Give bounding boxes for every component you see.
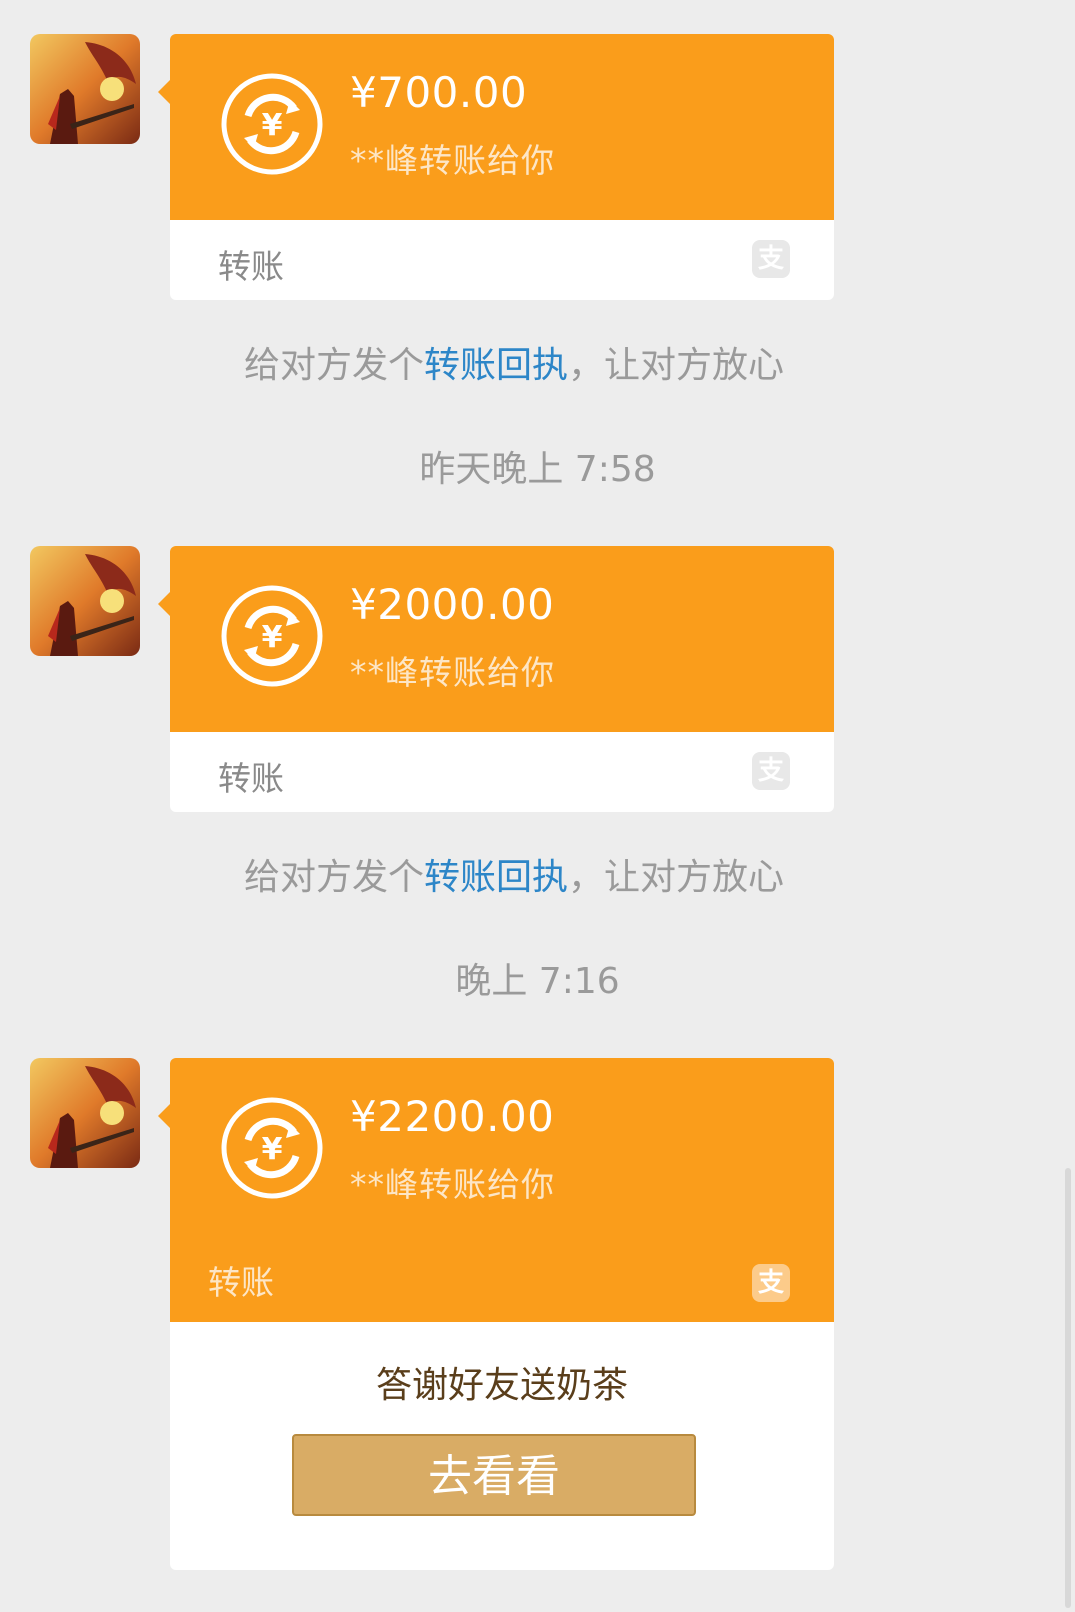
receipt-hint-text: 给对方发个 bbox=[244, 345, 425, 386]
transfer-bubble[interactable]: ¥ ¥2200.00 **峰转账给你 转账 支 答谢好友送奶茶 去看看 bbox=[158, 1058, 834, 1570]
transfer-label: 转账 bbox=[208, 1263, 274, 1302]
bubble-arrow bbox=[158, 592, 170, 616]
transfer-from-text: **峰转账给你 bbox=[350, 653, 555, 692]
receipt-hint-text: ，让对方放心 bbox=[568, 345, 785, 386]
alipay-icon: 支 bbox=[752, 240, 790, 278]
transfer-from-text: **峰转账给你 bbox=[350, 141, 555, 180]
sender-avatar[interactable] bbox=[30, 1058, 140, 1168]
svg-text:¥: ¥ bbox=[262, 1132, 283, 1167]
transfer-amount: ¥2000.00 bbox=[350, 580, 555, 629]
bubble-arrow bbox=[158, 80, 170, 104]
transfer-label: 转账 bbox=[218, 247, 284, 286]
sender-avatar[interactable] bbox=[30, 546, 140, 656]
transfer-card-header: ¥ ¥700.00 **峰转账给你 bbox=[170, 34, 834, 220]
transfer-amount: ¥2200.00 bbox=[350, 1092, 555, 1141]
transfer-from-text: **峰转账给你 bbox=[350, 1165, 555, 1204]
transfer-amount: ¥700.00 bbox=[350, 68, 528, 117]
transfer-coin-icon: ¥ bbox=[221, 1097, 323, 1199]
transfer-bubble[interactable]: ¥ ¥700.00 **峰转账给你 转账 支 bbox=[158, 34, 834, 300]
svg-text:¥: ¥ bbox=[262, 620, 283, 655]
transfer-label: 转账 bbox=[218, 759, 284, 798]
timestamp: 昨天晚上 7:58 bbox=[419, 449, 656, 490]
scrollbar[interactable] bbox=[1065, 1168, 1071, 1608]
bubble-arrow bbox=[158, 1104, 170, 1128]
timestamp: 晚上 7:16 bbox=[455, 961, 620, 1002]
transfer-coin-icon: ¥ bbox=[221, 585, 323, 687]
promo-card: 答谢好友送奶茶 去看看 bbox=[170, 1322, 834, 1570]
receipt-link[interactable]: 转账回执 bbox=[424, 857, 568, 898]
receipt-hint-text: 给对方发个 bbox=[244, 857, 425, 898]
alipay-icon: 支 bbox=[752, 1264, 790, 1302]
promo-text: 答谢好友送奶茶 bbox=[375, 1365, 628, 1406]
transfer-coin-icon: ¥ bbox=[221, 73, 323, 175]
svg-text:¥: ¥ bbox=[262, 108, 283, 143]
transfer-card-footer: 转账 支 bbox=[170, 732, 834, 812]
receipt-link[interactable]: 转账回执 bbox=[424, 345, 568, 386]
alipay-icon: 支 bbox=[752, 752, 790, 790]
transfer-card-header: ¥ ¥2000.00 **峰转账给你 bbox=[170, 546, 834, 732]
sender-avatar[interactable] bbox=[30, 34, 140, 144]
go-see-button[interactable]: 去看看 bbox=[292, 1434, 696, 1516]
transfer-bubble[interactable]: ¥ ¥2000.00 **峰转账给你 转账 支 bbox=[158, 546, 834, 812]
transfer-card-footer: 转账 支 bbox=[170, 220, 834, 300]
receipt-hint-text: ，让对方放心 bbox=[568, 857, 785, 898]
transfer-card-header: ¥ ¥2200.00 **峰转账给你 转账 支 bbox=[170, 1058, 834, 1322]
